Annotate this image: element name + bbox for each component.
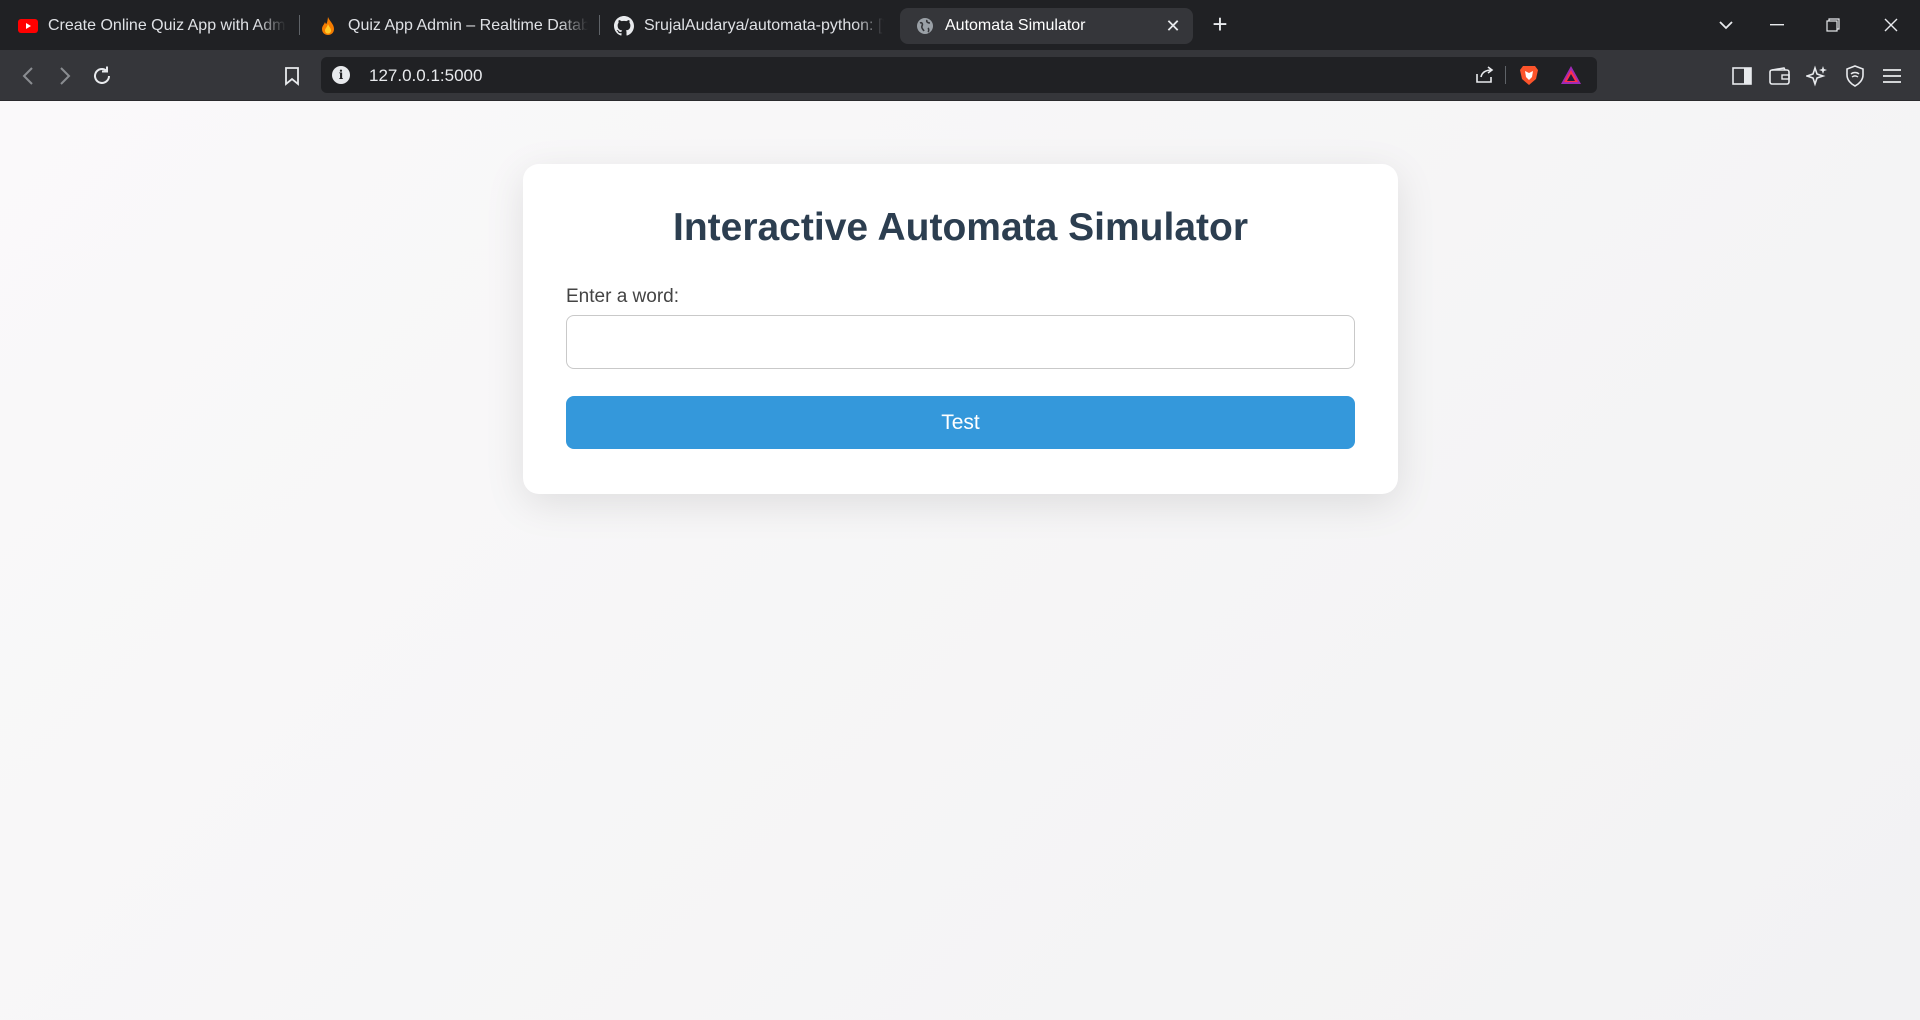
minimize-button[interactable] xyxy=(1764,12,1790,38)
address-bar-separator xyxy=(1505,66,1506,84)
word-input-label: Enter a word: xyxy=(566,286,679,307)
address-bar[interactable]: i 127.0.0.1:5000 xyxy=(321,57,1597,93)
vpn-shield-icon[interactable] xyxy=(1841,62,1869,90)
browser-toolbar: i 127.0.0.1:5000 xyxy=(0,50,1920,101)
menu-icon[interactable] xyxy=(1878,62,1906,90)
github-icon xyxy=(614,16,634,36)
brave-shields-icon[interactable] xyxy=(1517,63,1541,87)
page-viewport: Interactive Automata Simulator Enter a w… xyxy=(0,101,1920,1020)
share-icon[interactable] xyxy=(1473,63,1497,87)
leo-ai-icon[interactable] xyxy=(1803,62,1831,90)
sidebar-toggle-icon[interactable] xyxy=(1728,62,1756,90)
tab-search-chevron-icon[interactable] xyxy=(1713,12,1739,38)
restore-button[interactable] xyxy=(1820,12,1846,38)
firebase-icon xyxy=(318,16,338,36)
test-button[interactable]: Test xyxy=(566,396,1355,449)
tab-github[interactable]: SrujalAudarya/automata-python: [W xyxy=(614,8,884,44)
url-text: 127.0.0.1:5000 xyxy=(369,66,483,85)
back-button[interactable] xyxy=(14,62,42,90)
wallet-icon[interactable] xyxy=(1766,62,1794,90)
tab-title: SrujalAudarya/automata-python: [W xyxy=(644,17,884,34)
globe-icon xyxy=(915,16,935,36)
tab-title: Create Online Quiz App with Admin xyxy=(48,17,286,34)
forward-button[interactable] xyxy=(51,62,79,90)
simulator-card: Interactive Automata Simulator Enter a w… xyxy=(523,164,1398,494)
close-tab-icon[interactable]: ✕ xyxy=(1163,16,1183,36)
close-window-button[interactable] xyxy=(1878,12,1904,38)
tab-separator xyxy=(299,15,300,35)
tab-separator xyxy=(599,15,600,35)
youtube-icon xyxy=(18,16,38,36)
word-input[interactable] xyxy=(566,315,1355,369)
bookmark-icon[interactable] xyxy=(278,62,306,90)
tab-firebase[interactable]: Quiz App Admin – Realtime Database xyxy=(318,8,588,44)
reload-button[interactable] xyxy=(88,62,116,90)
new-tab-button[interactable]: + xyxy=(1208,11,1232,37)
brave-rewards-icon[interactable] xyxy=(1559,63,1583,87)
tab-title: Quiz App Admin – Realtime Database xyxy=(348,17,588,34)
tab-automata-simulator[interactable]: Automata Simulator ✕ xyxy=(900,8,1193,44)
tab-title: Automata Simulator xyxy=(945,17,1086,34)
page-title: Interactive Automata Simulator xyxy=(672,206,1249,249)
tab-strip: Create Online Quiz App with Admin Quiz A… xyxy=(0,0,1920,50)
site-info-icon[interactable]: i xyxy=(332,66,350,84)
tab-quiz-video[interactable]: Create Online Quiz App with Admin xyxy=(18,8,286,44)
